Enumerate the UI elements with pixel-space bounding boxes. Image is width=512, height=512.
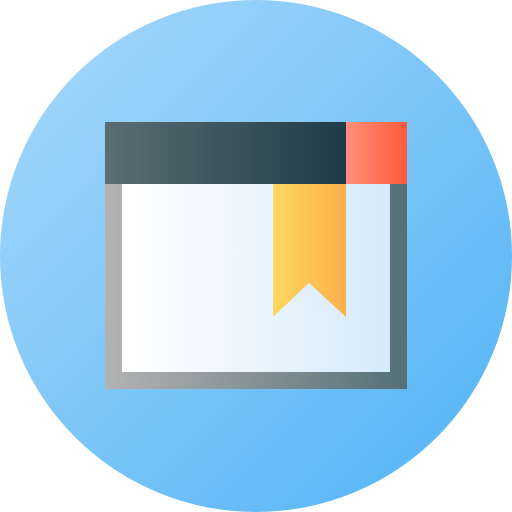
icon-stage bbox=[0, 0, 512, 512]
window-close-button bbox=[346, 122, 407, 184]
bookmarked-browser-window-icon bbox=[0, 0, 512, 512]
window-title-bar bbox=[105, 122, 346, 184]
window-page bbox=[122, 184, 390, 372]
